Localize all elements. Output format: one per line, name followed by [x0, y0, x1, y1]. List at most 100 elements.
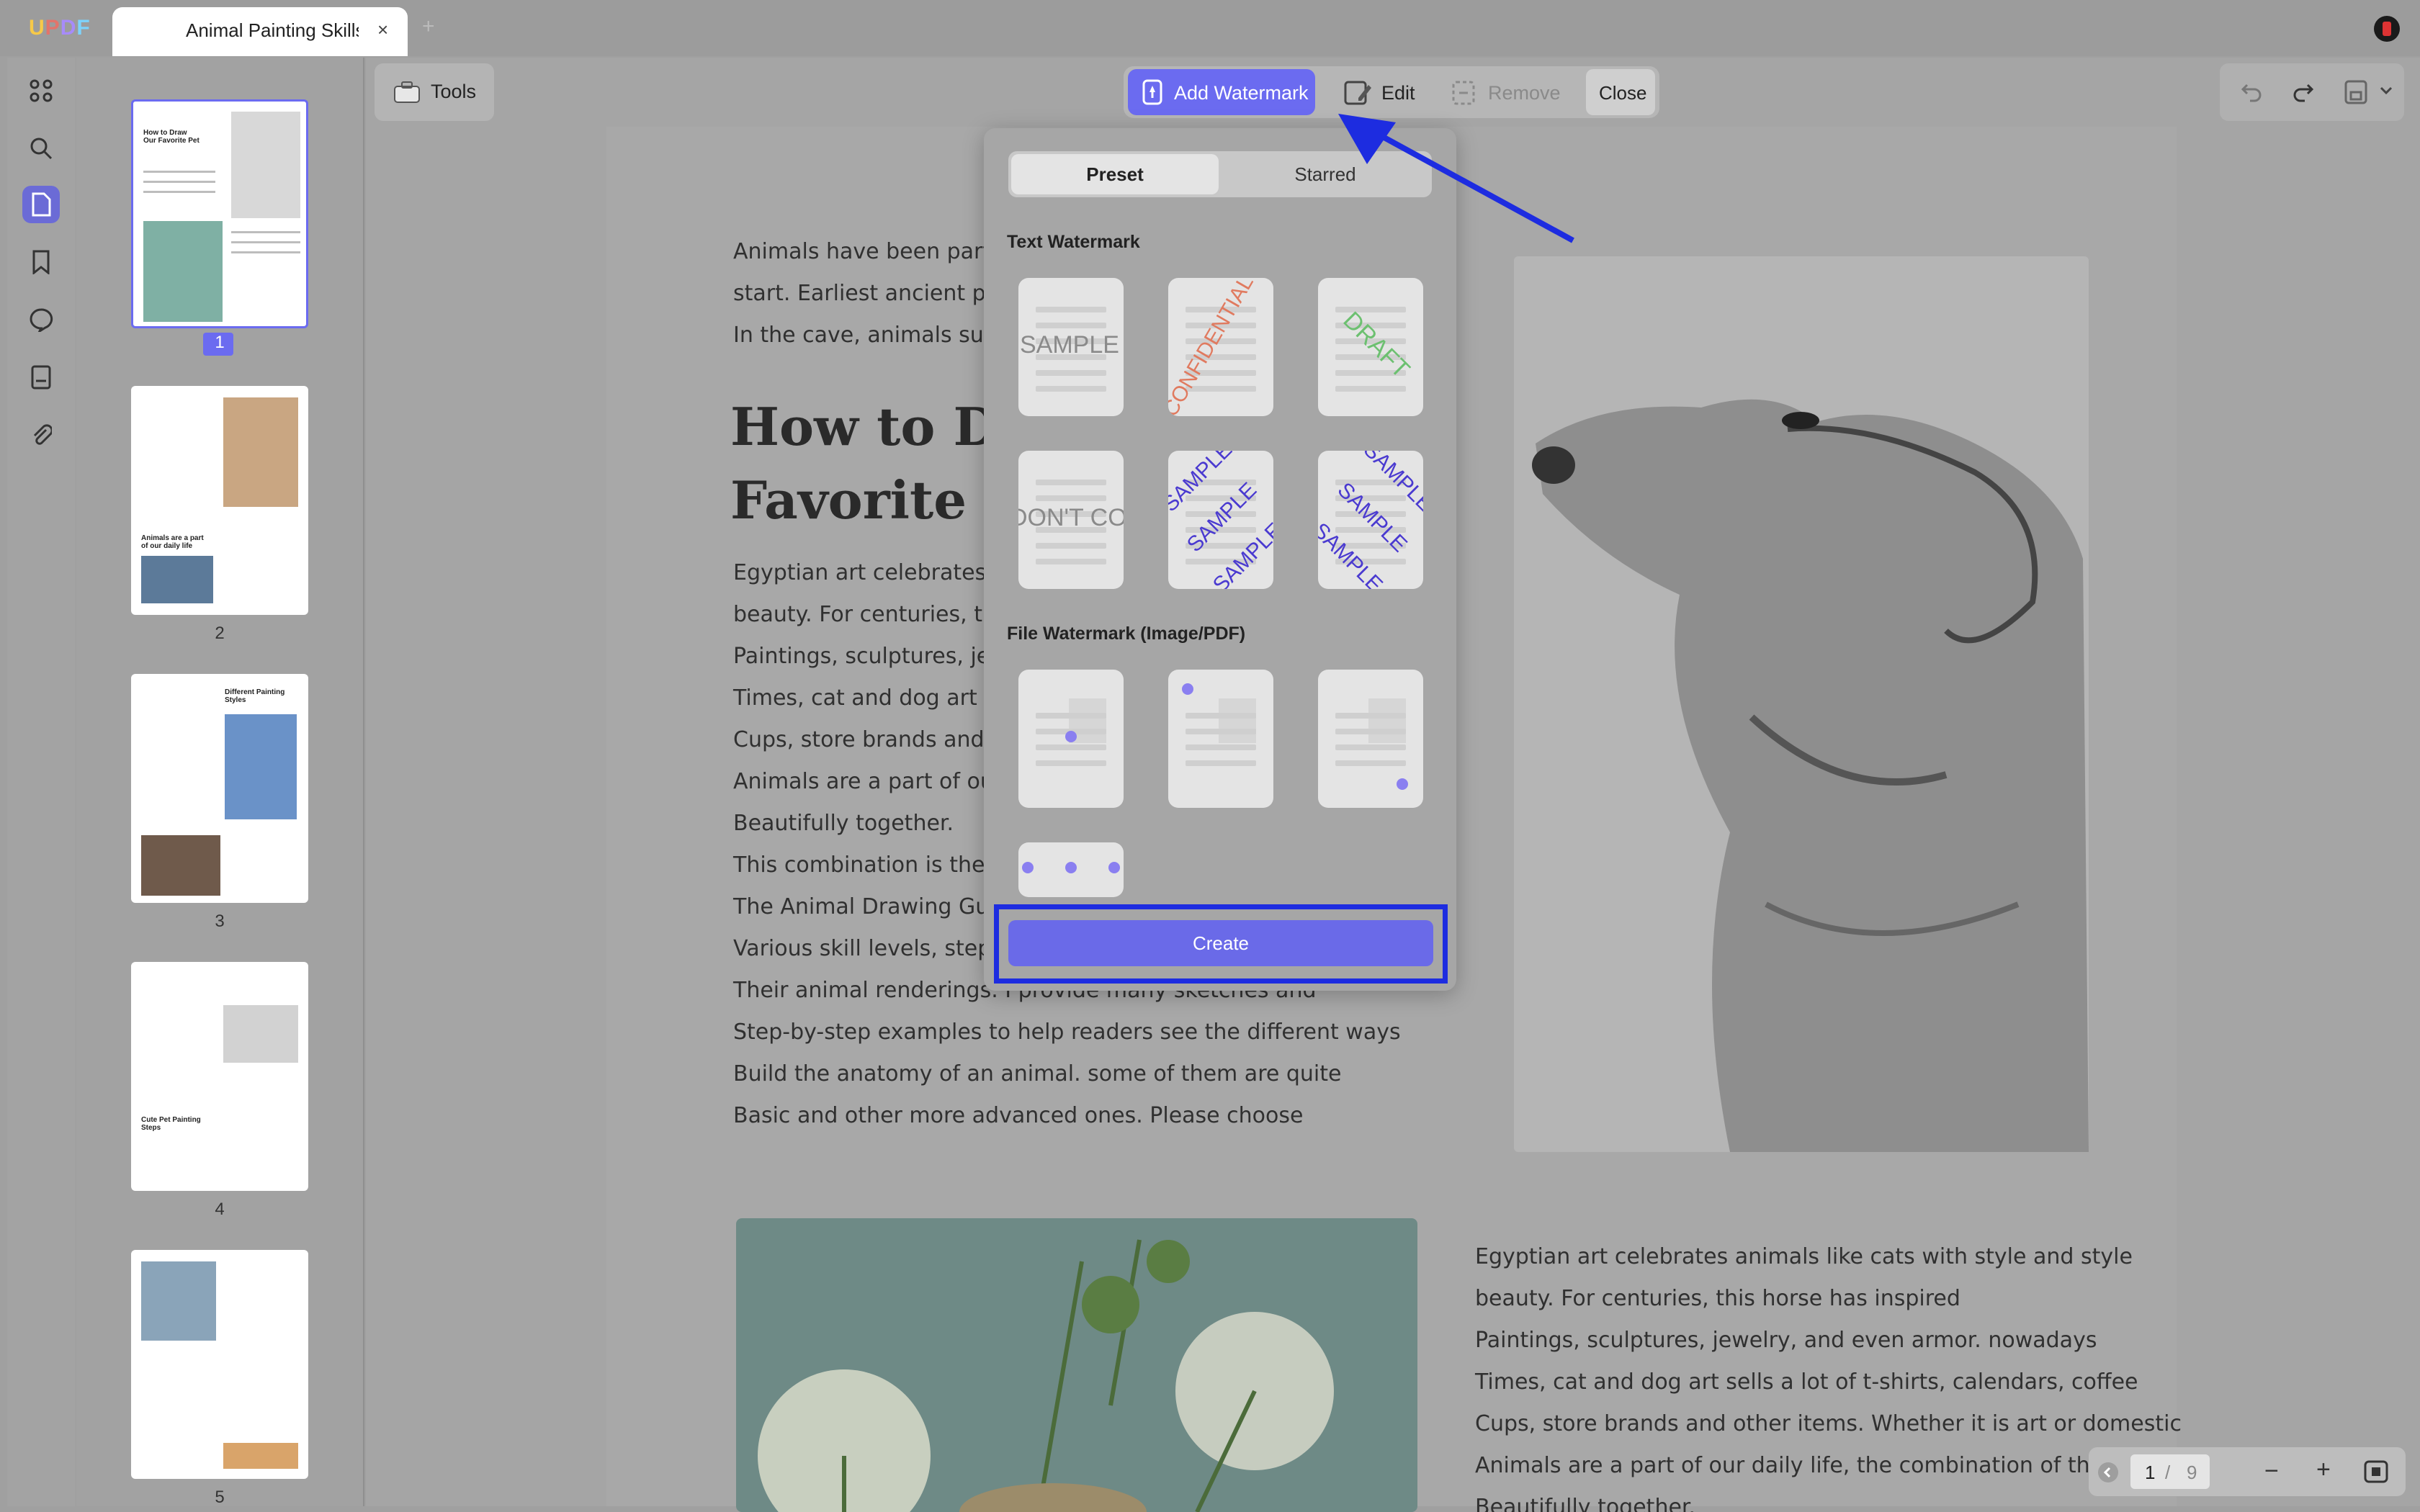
- thumb-image: [231, 112, 300, 218]
- toolbox-icon: [393, 79, 421, 105]
- comment-icon[interactable]: [22, 301, 60, 338]
- thumb-heading: Different Painting Styles: [225, 688, 285, 704]
- thumb-heading: Animals are a part of our daily life: [141, 534, 204, 550]
- body-line: Beautifully together.: [1475, 1495, 1696, 1512]
- watermark-preset-sample-tiled[interactable]: SAMPLE SAMPLE SAMPLE: [1168, 451, 1273, 589]
- watermark-preset-confidential[interactable]: CONFIDENTIAL: [1168, 278, 1273, 416]
- flower-photo: [736, 1218, 1417, 1512]
- chevron-down-icon[interactable]: [2380, 85, 2393, 96]
- pages-icon[interactable]: [22, 186, 60, 223]
- grid-icon[interactable]: [22, 72, 60, 109]
- thumb-page-number: 4: [215, 1200, 225, 1219]
- page-number-input[interactable]: 1 / 9: [2130, 1454, 2210, 1489]
- intro-line: start. Earliest ancient pai: [733, 281, 1005, 306]
- thumb-image: [225, 714, 297, 819]
- body-line: Paintings, sculptures, jewelry, and even…: [1475, 1328, 2097, 1353]
- body-line: This combination is the s: [733, 852, 1003, 878]
- page-thumbnail-5[interactable]: [131, 1250, 308, 1479]
- page-thumbnail-2[interactable]: Animals are a part of our daily life: [131, 386, 308, 615]
- watermark-preset-sample[interactable]: SAMPLE: [1018, 278, 1124, 416]
- file-icon[interactable]: [22, 359, 60, 396]
- body-line: Animals are a part of our: [733, 769, 1003, 794]
- intro-line: Animals have been part o: [733, 239, 1012, 264]
- body-line: Cups, store brands and other items. Whet…: [1475, 1411, 2182, 1436]
- previous-page-icon[interactable]: [2097, 1462, 2119, 1483]
- attachment-icon[interactable]: [22, 416, 60, 454]
- page-heading: How to Dr: [730, 396, 1026, 457]
- preset-text: DON'T COPY: [1018, 504, 1124, 531]
- document-tab[interactable]: Animal Painting Skills ×: [112, 7, 408, 56]
- current-page: 1: [2145, 1462, 2156, 1483]
- star-icon: [1065, 861, 1077, 874]
- close-label: Close: [1599, 82, 1647, 104]
- thumb-page-number: 3: [215, 912, 225, 931]
- add-watermark-label: Add Watermark: [1174, 82, 1309, 104]
- edit-icon: [1344, 79, 1373, 105]
- save-icon[interactable]: [2344, 79, 2368, 105]
- watermark-preset-sample-diagonal[interactable]: SAMPLE SAMPLE SAMPLE: [1318, 451, 1423, 589]
- page-heading: Favorite P: [730, 469, 1024, 531]
- intro-line: In the cave, animals such: [733, 323, 1010, 348]
- left-rail: [7, 58, 75, 1506]
- edit-label: Edit: [1381, 82, 1415, 104]
- new-tab-icon[interactable]: +: [422, 14, 435, 39]
- thumb-image: [223, 397, 298, 507]
- tab-title: Animal Painting Skills: [186, 19, 359, 41]
- body-line: Step-by-step examples to help readers se…: [733, 1020, 1401, 1045]
- star-icon: [1396, 778, 1409, 791]
- text-watermark-heading: Text Watermark: [1007, 232, 1140, 252]
- star-icon: [1021, 861, 1034, 874]
- zoom-out-button[interactable]: −: [2264, 1457, 2279, 1485]
- remove-label: Remove: [1488, 82, 1561, 104]
- thumb-page-number: 5: [215, 1488, 225, 1506]
- thumb-image: [141, 556, 213, 603]
- star-icon: [1181, 683, 1194, 696]
- search-icon[interactable]: [22, 130, 60, 167]
- body-line: The Animal Drawing Guide: [733, 894, 1023, 919]
- body-line: Various skill levels, stepp: [733, 936, 1005, 961]
- thumb-image: [141, 1261, 216, 1341]
- thumb-image: [143, 221, 223, 322]
- body-line: Egyptian art celebrates a: [733, 560, 1007, 585]
- create-button[interactable]: Create: [1008, 920, 1433, 966]
- remove-icon: [1451, 79, 1479, 105]
- tab-close-icon[interactable]: ×: [377, 19, 388, 41]
- fit-page-icon[interactable]: [2364, 1460, 2388, 1483]
- thumb-image: [223, 1005, 298, 1063]
- body-line: Times, cat and dog art se: [733, 685, 1009, 711]
- body-line: Cups, store brands and ot: [733, 727, 1013, 752]
- watermark-preset-dont-copy[interactable]: DON'T COPY: [1018, 451, 1124, 589]
- body-line: Beautifully together.: [733, 811, 954, 836]
- body-line: Build the anatomy of an animal. some of …: [733, 1061, 1342, 1086]
- page-thumbnail-1[interactable]: How to Draw Our Favorite Pet: [131, 99, 308, 328]
- zoom-in-button[interactable]: +: [2316, 1456, 2331, 1484]
- user-avatar[interactable]: [2374, 16, 2400, 42]
- body-line: Animals are a part of our daily life, th…: [1475, 1453, 2150, 1478]
- undo-icon[interactable]: [2240, 81, 2263, 104]
- file-watermark-tiled[interactable]: [1018, 842, 1124, 897]
- redo-icon[interactable]: [2292, 81, 2315, 104]
- history-toolbar: [2220, 63, 2404, 121]
- tools-button[interactable]: Tools: [375, 63, 494, 121]
- tab-preset[interactable]: Preset: [1011, 154, 1219, 194]
- tools-label: Tools: [431, 81, 477, 102]
- page-thumbnail-4[interactable]: Cute Pet Painting Steps: [131, 962, 308, 1191]
- file-watermark-center[interactable]: [1018, 670, 1124, 808]
- watermark-preset-draft[interactable]: DRAFT: [1318, 278, 1423, 416]
- body-line: Basic and other more advanced ones. Plea…: [733, 1103, 1304, 1128]
- annotation-arrow: [1338, 114, 1574, 243]
- total-pages: 9: [2187, 1462, 2197, 1483]
- body-line: Paintings, sculptures, jew: [733, 644, 1008, 669]
- add-watermark-button[interactable]: Add Watermark: [1128, 69, 1315, 115]
- file-watermark-bottom-right[interactable]: [1318, 670, 1423, 808]
- body-line: beauty. For centuries, this horse has in…: [1475, 1286, 1960, 1311]
- thumb-image: [223, 1443, 298, 1469]
- app-logo: UPDF: [29, 16, 91, 40]
- close-watermark-button[interactable]: Close: [1586, 69, 1655, 115]
- star-icon: [1065, 730, 1077, 743]
- bookmark-icon[interactable]: [22, 243, 60, 281]
- thumb-heading: How to Draw Our Favorite Pet: [143, 129, 200, 145]
- star-icon: [1108, 861, 1121, 874]
- page-thumbnail-3[interactable]: Different Painting Styles: [131, 674, 308, 903]
- file-watermark-top-left[interactable]: [1168, 670, 1273, 808]
